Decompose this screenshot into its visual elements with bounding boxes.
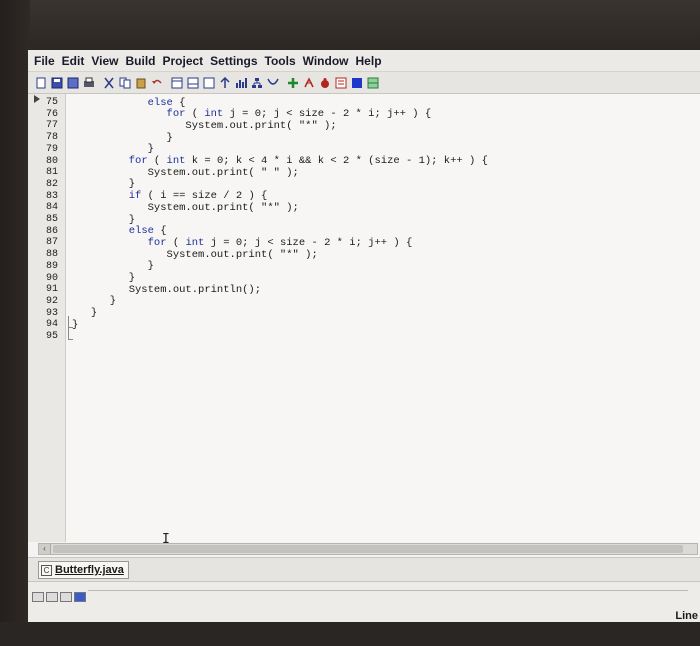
- menu-window[interactable]: Window: [303, 54, 349, 68]
- code-line[interactable]: }: [72, 178, 135, 190]
- menu-bar: File Edit View Build Project Settings To…: [28, 50, 700, 72]
- code-line[interactable]: else {: [72, 97, 186, 109]
- bug-icon[interactable]: [318, 76, 331, 89]
- line-number: 86: [46, 225, 59, 237]
- code-line[interactable]: }: [72, 214, 135, 226]
- code-line[interactable]: }: [72, 272, 135, 284]
- menu-project[interactable]: Project: [162, 54, 203, 68]
- new-class-icon[interactable]: [170, 76, 183, 89]
- toolbar: [28, 72, 700, 94]
- line-number: 77: [46, 120, 59, 132]
- save-all-icon[interactable]: [66, 76, 79, 89]
- stop-icon[interactable]: [350, 76, 363, 89]
- menu-help[interactable]: Help: [356, 54, 382, 68]
- menu-edit[interactable]: Edit: [62, 54, 85, 68]
- horizontal-scrollbar[interactable]: ‹: [38, 543, 698, 555]
- line-number: 92: [46, 295, 59, 307]
- file-tab-butterfly[interactable]: C Butterfly.java: [38, 561, 129, 579]
- line-number: 82: [46, 178, 59, 190]
- line-number: 81: [46, 167, 59, 179]
- debug-icon[interactable]: [302, 76, 315, 89]
- java-file-icon: C: [41, 564, 52, 576]
- line-number: 91: [46, 284, 59, 296]
- menu-file[interactable]: File: [34, 54, 55, 68]
- line-number: 75: [46, 97, 59, 108]
- line-number: 76: [46, 108, 59, 120]
- code-line[interactable]: System.out.print( "*" );: [72, 202, 299, 214]
- line-number: 89: [46, 260, 59, 272]
- bracket-end-marker: [68, 316, 73, 328]
- cut-icon[interactable]: [102, 76, 115, 89]
- code-line[interactable]: System.out.print( "*" );: [72, 120, 336, 132]
- new-file-icon[interactable]: [34, 76, 47, 89]
- menu-settings[interactable]: Settings: [210, 54, 257, 68]
- save-icon[interactable]: [50, 76, 63, 89]
- line-number: 93: [46, 307, 59, 319]
- line-number: 95: [46, 331, 59, 342]
- code-line[interactable]: }: [72, 143, 154, 155]
- code-line[interactable]: for ( int j = 0; j < size - 2 * i; j++ )…: [72, 108, 432, 120]
- layout-icon[interactable]: [366, 76, 379, 89]
- line-number: 85: [46, 214, 59, 225]
- print-icon[interactable]: [82, 76, 95, 89]
- code-line[interactable]: else {: [72, 225, 167, 237]
- monitor-bezel-left: [0, 0, 30, 646]
- line-number: 88: [46, 249, 59, 261]
- undo-icon[interactable]: [150, 76, 163, 89]
- bottom-panel: Line: [28, 581, 700, 622]
- panel-tabs-divider: [88, 590, 688, 591]
- compile-icon[interactable]: [218, 76, 231, 89]
- line-number: 80: [46, 155, 59, 167]
- line-number: 79: [46, 143, 59, 155]
- code-line[interactable]: }: [72, 307, 97, 319]
- menu-tools[interactable]: Tools: [265, 54, 296, 68]
- bracket-end-marker: [68, 328, 73, 340]
- run-icon[interactable]: [266, 76, 279, 89]
- code-line[interactable]: System.out.print( " " );: [72, 167, 299, 179]
- code-line[interactable]: if ( i == size / 2 ) {: [72, 190, 268, 202]
- line-number: 90: [46, 272, 59, 284]
- monitor-bezel-top: [0, 0, 700, 50]
- menu-build[interactable]: Build: [125, 54, 155, 68]
- new-field-icon[interactable]: [202, 76, 215, 89]
- code-line[interactable]: }: [72, 132, 173, 144]
- add-icon[interactable]: [286, 76, 299, 89]
- panel-button-active[interactable]: [74, 592, 86, 602]
- statistics-icon[interactable]: [234, 76, 247, 89]
- copy-icon[interactable]: [118, 76, 131, 89]
- ide-window: File Edit View Build Project Settings To…: [28, 50, 700, 622]
- current-line-arrow-icon: [34, 95, 40, 103]
- line-number: 94: [46, 319, 59, 331]
- code-editor[interactable]: 75 76 77 78 79 80 81 82 83 84 85 86 87 88 89 90 91 92 93 94…: [28, 94, 700, 547]
- scrollbar-thumb[interactable]: [53, 545, 683, 553]
- file-tab-bar: C Butterfly.java: [28, 557, 700, 581]
- uml-icon[interactable]: [250, 76, 263, 89]
- line-number: 87: [46, 237, 59, 249]
- panel-button[interactable]: [46, 592, 58, 602]
- code-line[interactable]: System.out.print( "*" );: [72, 249, 318, 261]
- line-number: 78: [46, 132, 59, 144]
- code-line[interactable]: for ( int k = 0; k < 4 * i && k < 2 * (s…: [72, 155, 488, 167]
- monitor-bezel-bottom: [0, 622, 700, 646]
- line-number-gutter: 75 76 77 78 79 80 81 82 83 84 85 86 87 88 89 90 91 92 93 94…: [28, 94, 66, 542]
- line-number: 83: [46, 190, 59, 202]
- paste-icon[interactable]: [134, 76, 147, 89]
- panel-button[interactable]: [32, 592, 44, 602]
- dictionary-icon[interactable]: [334, 76, 347, 89]
- file-tab-label: Butterfly.java: [55, 564, 124, 576]
- line-number: 84: [46, 202, 59, 214]
- scroll-left-arrow-icon[interactable]: ‹: [39, 544, 51, 554]
- code-line[interactable]: for ( int j = 0; j < size - 2 * i; j++ )…: [72, 237, 413, 249]
- code-line[interactable]: System.out.println();: [72, 284, 261, 296]
- new-method-icon[interactable]: [186, 76, 199, 89]
- status-line-label: Line: [675, 610, 698, 622]
- code-line[interactable]: }: [72, 295, 116, 307]
- code-line[interactable]: }: [72, 260, 154, 272]
- panel-buttons: [32, 592, 88, 604]
- panel-button[interactable]: [60, 592, 72, 602]
- menu-view[interactable]: View: [91, 54, 118, 68]
